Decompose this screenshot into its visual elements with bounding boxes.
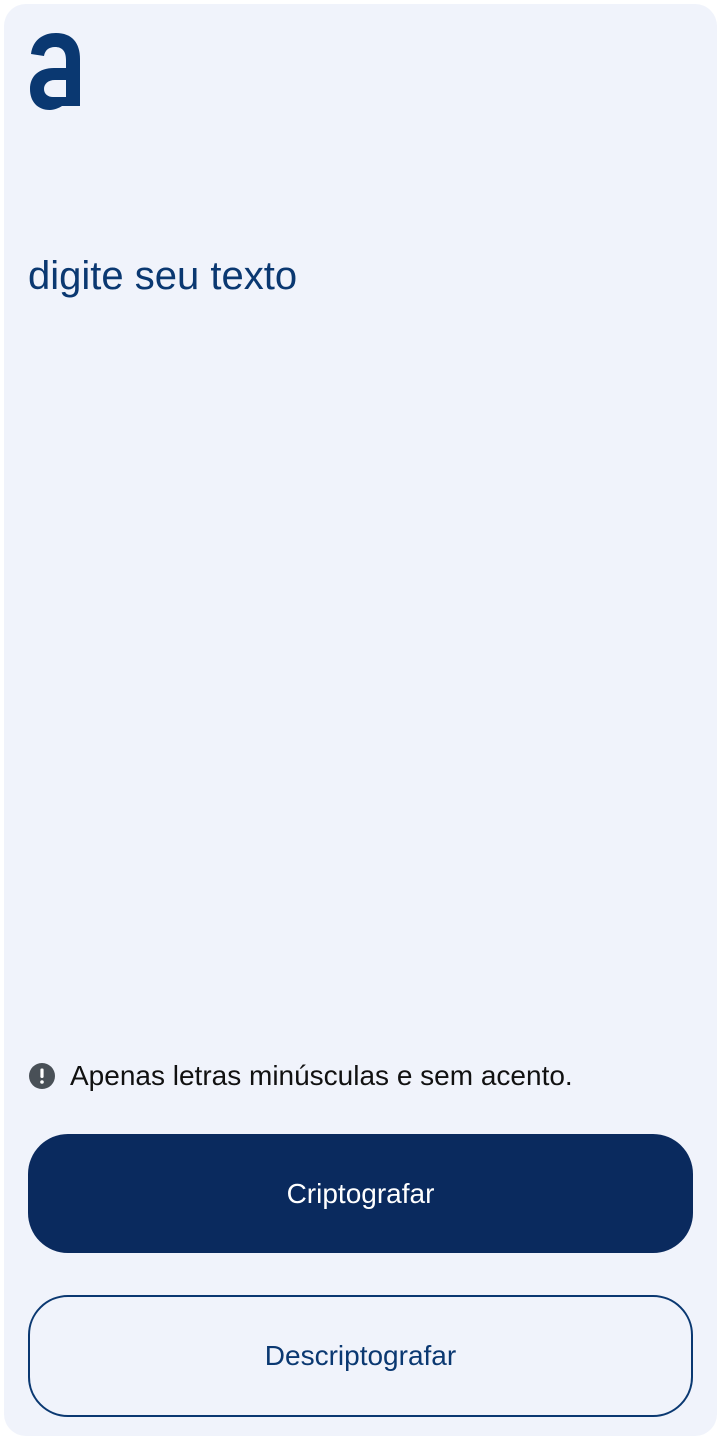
exclamation-circle-icon	[29, 1063, 55, 1089]
app-container: Apenas letras minúsculas e sem acento. C…	[4, 4, 717, 1436]
alura-logo-icon	[30, 33, 80, 110]
hint-text: Apenas letras minúsculas e sem acento.	[70, 1060, 573, 1091]
decrypt-button[interactable]: Descriptografar	[28, 1295, 693, 1417]
encrypt-button[interactable]: Criptografar	[28, 1134, 693, 1253]
input-hint: Apenas letras minúsculas e sem acento.	[28, 1060, 573, 1092]
message-input[interactable]	[28, 244, 693, 1014]
